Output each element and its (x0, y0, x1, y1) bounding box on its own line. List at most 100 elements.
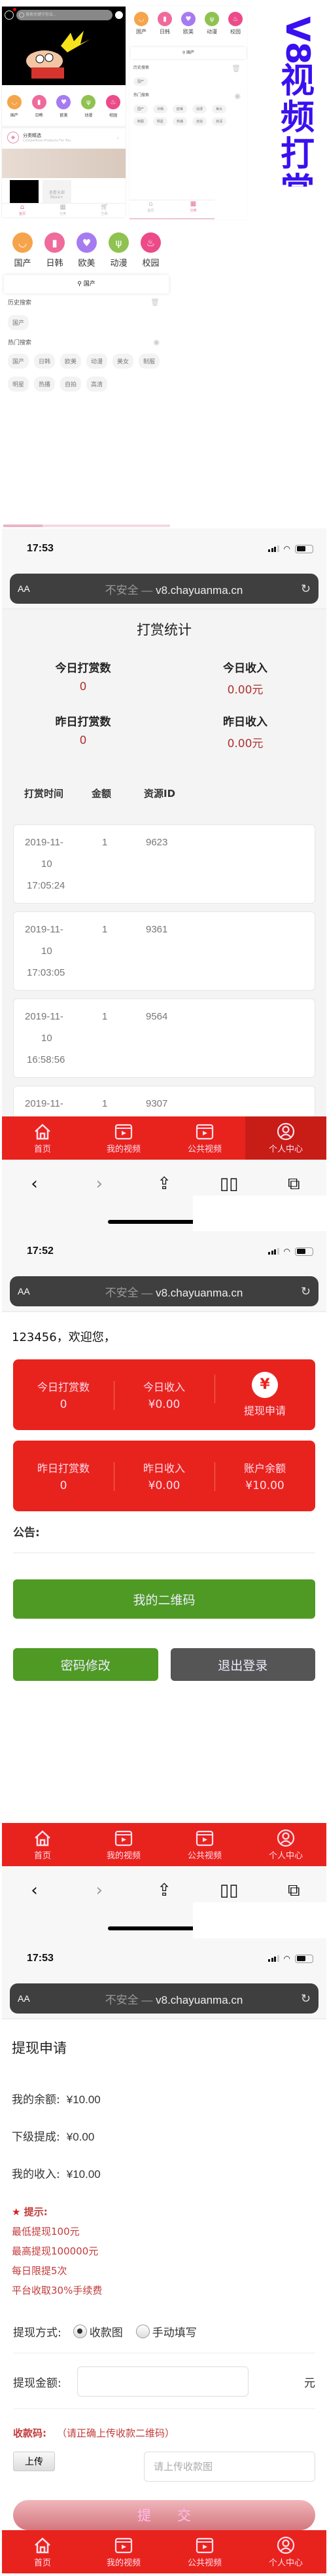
nav-item[interactable]: 公共视频 (164, 2530, 245, 2573)
share-icon[interactable]: ⇪ (151, 1881, 177, 1901)
hot-chip[interactable]: 欧美 (60, 354, 81, 369)
reader-settings-button[interactable]: AA (18, 1286, 57, 1297)
nav-label: 我的视频 (106, 2558, 141, 2568)
hot-chip[interactable]: 国产 (133, 105, 148, 113)
trash-icon[interactable]: 🗑︎ (150, 298, 160, 306)
featured-section-header[interactable]: ◆ 分类精选 Competitive Products For You › (2, 126, 126, 147)
history-chip[interactable]: 国产 (133, 77, 148, 86)
hot-chip[interactable]: 动漫 (192, 105, 207, 113)
hot-chip[interactable]: 美女 (212, 105, 227, 113)
hot-chip[interactable]: 明星 (153, 117, 168, 126)
submit-button[interactable]: 提交 (13, 2500, 315, 2530)
category-item[interactable]: ♨ 校园 (228, 12, 243, 35)
trash-icon[interactable]: 🗑︎ (232, 64, 241, 73)
tab-category[interactable]: ▦ 分类 (60, 204, 66, 217)
withdraw-button[interactable]: ¥ 提现申请 (215, 1372, 315, 1418)
fork-icon: ψ (109, 232, 129, 253)
nav-item[interactable]: 我的视频 (83, 1116, 164, 1160)
nav-item[interactable]: 首页 (2, 1823, 83, 1866)
share-icon[interactable]: ⇪ (151, 1174, 177, 1194)
nav-item[interactable]: 我的视频 (83, 1823, 164, 1866)
category-item[interactable]: ♥ 欧美 (56, 95, 71, 118)
nav-item[interactable]: 个人中心 (245, 2530, 326, 2573)
category-item[interactable]: ♨ 校园 (141, 232, 161, 268)
hot-chip[interactable]: 高清 (86, 377, 107, 392)
category-item[interactable]: ◡ 国产 (134, 12, 148, 35)
history-chip[interactable]: 国产 (8, 315, 29, 330)
record-time: 2019-11- 10 17:05:24 (25, 832, 90, 903)
hot-chip[interactable]: 高清 (212, 117, 227, 126)
amount-input[interactable] (77, 2366, 249, 2397)
hot-chip[interactable]: 自拍 (60, 377, 81, 392)
reader-settings-button[interactable]: AA (18, 1993, 57, 2004)
reload-icon[interactable]: ↻ (291, 1285, 311, 1298)
my-qr-code-button[interactable]: 我的二维码 (13, 1579, 315, 1619)
tab-category[interactable]: ▦ 分类 (190, 200, 196, 218)
hot-chip[interactable]: 制服 (133, 117, 148, 126)
address-bar[interactable]: AA 不安全 — v8.chayuanma.cn ↻ (10, 574, 318, 604)
nav-item[interactable]: 个人中心 (245, 1116, 326, 1160)
address-bar[interactable]: AA 不安全 — v8.chayuanma.cn ↻ (10, 1983, 318, 2014)
search-input[interactable]: ⚲ 国产 (4, 275, 169, 293)
nav-item[interactable]: 首页 (2, 2530, 83, 2573)
back-icon[interactable]: ‹ (22, 1881, 48, 1901)
category-item[interactable]: ψ 动漫 (205, 12, 219, 35)
message-icon[interactable] (5, 8, 16, 20)
info-icon[interactable] (115, 11, 123, 19)
bottom-nav: 首页 我的视频 公共视频 个人中心 (2, 1823, 326, 1866)
bowl-icon: ◡ (134, 12, 148, 26)
featured-banner-image[interactable] (2, 149, 126, 178)
tab-home[interactable]: ⌂ 首页 (147, 200, 154, 218)
hot-chip[interactable]: 制服 (139, 354, 160, 369)
category-item[interactable]: ψ 动漫 (109, 232, 129, 268)
category-item[interactable]: ▮ 日韩 (44, 232, 65, 268)
change-password-button[interactable]: 密码修改 (13, 1648, 158, 1681)
radio-manual[interactable] (135, 2325, 150, 2338)
hot-chip[interactable]: 热播 (34, 377, 55, 392)
reload-icon[interactable]: ↻ (291, 582, 311, 596)
hot-chip[interactable]: 日韩 (34, 354, 55, 369)
nav-item[interactable]: 公共视频 (164, 1823, 245, 1866)
eye-icon[interactable]: ◉ (153, 338, 160, 346)
eye-icon[interactable]: ◉ (234, 92, 241, 100)
back-icon[interactable]: ‹ (22, 1174, 48, 1194)
hot-chip[interactable]: 国产 (8, 354, 29, 369)
upload-path-input[interactable] (144, 2452, 315, 2482)
address-bar[interactable]: AA 不安全 — v8.chayuanma.cn ↻ (10, 1276, 318, 1306)
hot-chip[interactable]: 自拍 (192, 117, 207, 126)
bookmarks-icon[interactable]: ▯▯ (216, 1174, 242, 1194)
forward-icon[interactable]: › (86, 1881, 112, 1901)
reload-icon[interactable]: ↻ (291, 1992, 311, 2006)
forward-icon[interactable]: › (86, 1174, 112, 1194)
category-item[interactable]: ▮ 日韩 (158, 12, 172, 35)
radio-qr-image[interactable] (73, 2325, 87, 2338)
search-input[interactable]: ⚲ 国产 (131, 47, 246, 59)
category-item[interactable]: ◡ 国产 (12, 232, 33, 268)
nav-item[interactable]: 我的视频 (83, 2530, 164, 2573)
reward-stats-screen: 17:53 ◠ AA 不安全 — v8.chayuanma.cn ↻ 打赏统计 … (2, 528, 326, 1159)
category-item[interactable]: ◡ 国产 (7, 95, 22, 118)
hot-chip[interactable]: 美女 (112, 354, 133, 369)
category-item[interactable]: ♥ 欧美 (181, 12, 196, 35)
tabs-icon[interactable]: ⧉ (281, 1881, 307, 1901)
category-item[interactable]: ▮ 日韩 (31, 95, 46, 118)
reader-settings-button[interactable]: AA (18, 583, 57, 594)
hot-chip[interactable]: 日韩 (153, 105, 168, 113)
bookmarks-icon[interactable]: ▯▯ (216, 1881, 242, 1901)
tab-home[interactable]: ⌂ 首页 (19, 204, 26, 217)
hot-chip[interactable]: 欧美 (173, 105, 188, 113)
logout-button[interactable]: 退出登录 (170, 1648, 315, 1681)
nav-item[interactable]: 首页 (2, 1116, 83, 1160)
tab-purchased[interactable]: 🛒︎ 已购 (100, 204, 109, 217)
category-item[interactable]: ♥ 欧美 (77, 232, 97, 268)
upload-button[interactable]: 上传 (13, 2452, 55, 2471)
tabs-icon[interactable]: ⧉ (281, 1174, 307, 1194)
category-item[interactable]: ♨ 校园 (106, 95, 121, 118)
category-item[interactable]: ψ 动漫 (81, 95, 96, 118)
nav-item[interactable]: 公共视频 (164, 1116, 245, 1160)
hot-chip[interactable]: 明星 (8, 377, 29, 392)
nav-item[interactable]: 个人中心 (245, 1823, 326, 1866)
hot-chip[interactable]: 动漫 (86, 354, 107, 369)
hot-chip[interactable]: 热播 (173, 117, 188, 126)
home-search-input[interactable]: 搜索关键字你会... (16, 10, 112, 20)
